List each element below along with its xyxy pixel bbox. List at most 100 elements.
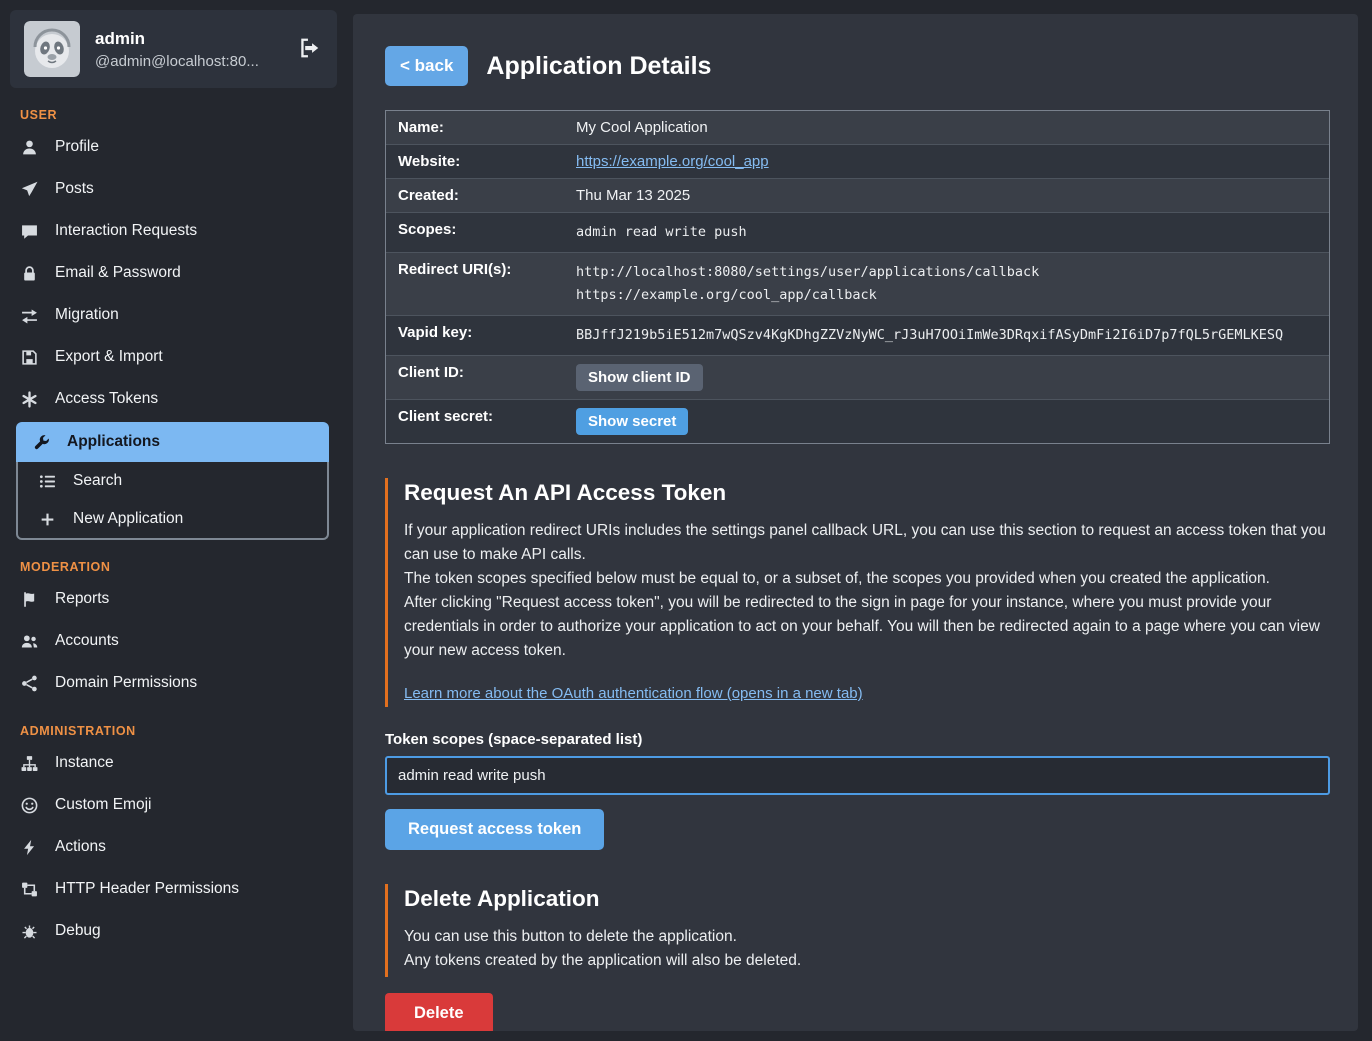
user-info: admin @admin@localhost:80... — [95, 29, 284, 70]
diagram-icon — [20, 881, 39, 898]
sidebar-item-debug[interactable]: Debug — [0, 910, 345, 952]
sidebar-item-label: Actions — [55, 838, 106, 856]
detail-label: Client secret: — [386, 400, 576, 443]
sidebar: admin @admin@localhost:80... USER Profil… — [0, 0, 345, 1041]
created-date: Thu Mar 13 2025 — [576, 187, 1325, 204]
request-token-paragraph-3: After clicking "Request access token", y… — [404, 591, 1330, 663]
page-header: < back Application Details — [385, 46, 1330, 86]
user-handle: @admin@localhost:80... — [95, 53, 284, 70]
sidebar-item-label: HTTP Header Permissions — [55, 880, 239, 898]
detail-label: Vapid key: — [386, 316, 576, 355]
website-link[interactable]: https://example.org/cool_app — [576, 153, 1325, 170]
detail-label: Name: — [386, 111, 576, 144]
floppy-disk-icon — [20, 349, 39, 366]
request-token-section: Request An API Access Token If your appl… — [385, 478, 1330, 707]
request-token-paragraph-2: The token scopes specified below must be… — [404, 567, 1330, 591]
sidebar-item-profile[interactable]: Profile — [0, 126, 345, 168]
asterisk-icon — [20, 391, 39, 408]
back-button[interactable]: < back — [385, 46, 468, 86]
sidebar-item-label: Applications — [67, 433, 160, 451]
sitemap-icon — [20, 755, 39, 772]
application-details-page: < back Application Details Name: My Cool… — [353, 14, 1358, 1031]
sidebar-nav-administration: Instance Custom Emoji Actions HTTP Heade… — [0, 742, 345, 952]
sidebar-item-applications[interactable]: Applications — [16, 422, 329, 462]
sidebar-item-label: Reports — [55, 590, 109, 608]
show-client-id-button[interactable]: Show client ID — [576, 364, 703, 391]
sidebar-item-migration[interactable]: Migration — [0, 294, 345, 336]
sidebar-item-custom-emoji[interactable]: Custom Emoji — [0, 784, 345, 826]
sidebar-item-accounts[interactable]: Accounts — [0, 620, 345, 662]
application-details-table: Name: My Cool Application Website: https… — [385, 110, 1330, 444]
logout-icon[interactable] — [299, 37, 323, 61]
detail-row-vapid-key: Vapid key: BBJffJ219b5iE512m7wQSzv4KgKDh… — [386, 316, 1329, 356]
delete-application-section: Delete Application You can use this butt… — [385, 884, 1330, 977]
wrench-icon — [32, 434, 51, 451]
detail-label: Scopes: — [386, 213, 576, 252]
sidebar-item-posts[interactable]: Posts — [0, 168, 345, 210]
applications-submenu: Search New Application — [16, 462, 329, 540]
comment-icon — [20, 223, 39, 240]
sidebar-item-export-import[interactable]: Export & Import — [0, 336, 345, 378]
sidebar-item-domain-permissions[interactable]: Domain Permissions — [0, 662, 345, 704]
application-name: My Cool Application — [576, 119, 1325, 136]
bolt-icon — [20, 839, 39, 856]
delete-application-title: Delete Application — [404, 886, 1330, 912]
user-name: admin — [95, 29, 284, 49]
sidebar-item-label: Profile — [55, 138, 99, 156]
show-secret-button[interactable]: Show secret — [576, 408, 688, 435]
sidebar-item-interaction-requests[interactable]: Interaction Requests — [0, 210, 345, 252]
sidebar-item-label: Accounts — [55, 632, 119, 650]
sidebar-section-moderation: MODERATION — [20, 560, 345, 574]
redirect-uri-1: http://localhost:8080/settings/user/appl… — [576, 261, 1325, 284]
detail-row-website: Website: https://example.org/cool_app — [386, 145, 1329, 179]
detail-row-name: Name: My Cool Application — [386, 111, 1329, 145]
sidebar-section-user: USER — [20, 108, 345, 122]
bug-icon — [20, 923, 39, 940]
sidebar-nav-moderation: Reports Accounts Domain Permissions — [0, 578, 345, 704]
sidebar-item-label: Domain Permissions — [55, 674, 197, 692]
sidebar-nav-user: Profile Posts Interaction Requests Email… — [0, 126, 345, 540]
user-card[interactable]: admin @admin@localhost:80... — [10, 10, 337, 88]
detail-row-created: Created: Thu Mar 13 2025 — [386, 179, 1329, 213]
scopes-value: admin read write push — [576, 221, 1325, 244]
detail-label: Client ID: — [386, 356, 576, 399]
sidebar-group-applications: Applications Search New Application — [16, 422, 329, 540]
sidebar-item-label: Email & Password — [55, 264, 181, 282]
sidebar-item-label: Export & Import — [55, 348, 163, 366]
detail-label: Created: — [386, 179, 576, 212]
sidebar-item-access-tokens[interactable]: Access Tokens — [0, 378, 345, 420]
sidebar-item-label: Access Tokens — [55, 390, 158, 408]
sidebar-item-label: New Application — [73, 510, 183, 528]
delete-paragraph-1: You can use this button to delete the ap… — [404, 925, 1330, 949]
sidebar-item-label: Instance — [55, 754, 114, 772]
sidebar-item-actions[interactable]: Actions — [0, 826, 345, 868]
sidebar-item-instance[interactable]: Instance — [0, 742, 345, 784]
detail-row-client-secret: Client secret: Show secret — [386, 400, 1329, 443]
sidebar-item-reports[interactable]: Reports — [0, 578, 345, 620]
token-scopes-input[interactable] — [385, 756, 1330, 795]
smiley-icon — [20, 797, 39, 814]
token-scopes-label: Token scopes (space-separated list) — [385, 731, 1330, 748]
plus-icon — [38, 511, 57, 528]
delete-paragraph-2: Any tokens created by the application wi… — [404, 949, 1330, 973]
oauth-docs-link[interactable]: Learn more about the OAuth authenticatio… — [404, 685, 863, 702]
detail-label: Website: — [386, 145, 576, 178]
sidebar-item-http-header-permissions[interactable]: HTTP Header Permissions — [0, 868, 345, 910]
sidebar-item-email-password[interactable]: Email & Password — [0, 252, 345, 294]
users-icon — [20, 633, 39, 650]
redirect-uri-2: https://example.org/cool_app/callback — [576, 284, 1325, 307]
list-icon — [38, 473, 57, 490]
sidebar-item-new-application[interactable]: New Application — [18, 500, 327, 538]
sidebar-item-label: Custom Emoji — [55, 796, 151, 814]
request-token-paragraph-1: If your application redirect URIs includ… — [404, 519, 1330, 567]
avatar — [24, 21, 80, 77]
request-access-token-button[interactable]: Request access token — [385, 809, 604, 850]
sidebar-item-label: Search — [73, 472, 122, 490]
vapid-key-value: BBJffJ219b5iE512m7wQSzv4KgKDhgZZVzNyWC_r… — [576, 324, 1325, 347]
transfer-arrows-icon — [20, 307, 39, 324]
sidebar-item-label: Posts — [55, 180, 94, 198]
delete-button[interactable]: Delete — [385, 993, 493, 1031]
sidebar-item-applications-search[interactable]: Search — [18, 462, 327, 500]
sidebar-item-label: Debug — [55, 922, 101, 940]
sidebar-section-administration: ADMINISTRATION — [20, 724, 345, 738]
